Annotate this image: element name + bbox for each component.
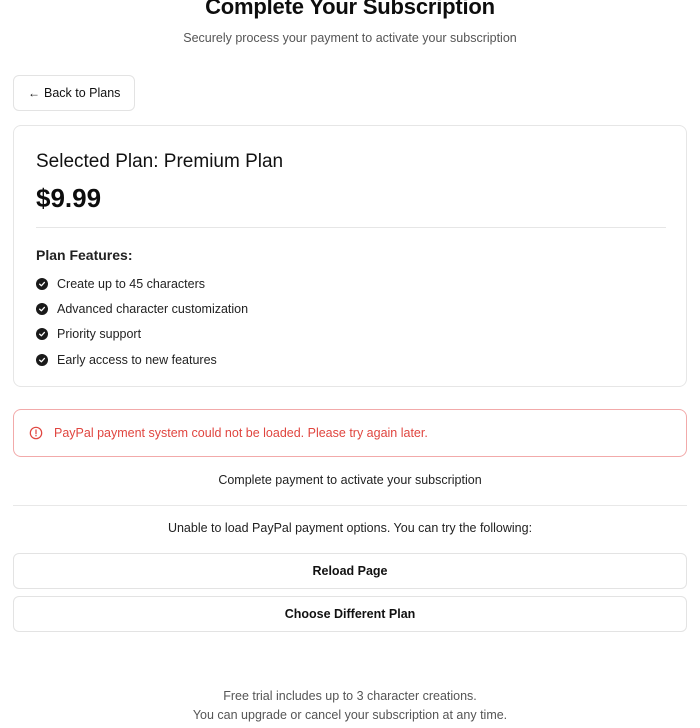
plan-price: $9.99	[36, 183, 102, 213]
page-subtitle: Securely process your payment to activat…	[183, 31, 517, 45]
plan-divider	[36, 227, 666, 228]
back-to-plans-button[interactable]: ← Back to Plans	[13, 75, 136, 111]
feature-item: Create up to 45 characters	[36, 271, 248, 296]
plan-title: Selected Plan: Premium Plan	[36, 151, 284, 172]
check-circle-icon	[36, 328, 48, 341]
selected-plan-card: Selected Plan: Premium Plan $9.99 Plan F…	[13, 125, 687, 387]
unable-to-load-text: Unable to load PayPal payment options. Y…	[167, 521, 533, 535]
alert-circle-icon	[29, 426, 43, 440]
features-heading: Plan Features:	[36, 247, 133, 263]
feature-label: Advanced character customization	[57, 301, 249, 316]
footer-trial-note: Free trial includes up to 3 character cr…	[223, 689, 477, 703]
back-arrow-icon: ←	[28, 86, 40, 100]
feature-label: Priority support	[57, 327, 142, 342]
feature-item: Advanced character customization	[36, 296, 248, 321]
feature-list: Create up to 45 characters Advanced char…	[36, 271, 248, 372]
feature-label: Create up to 45 characters	[57, 276, 205, 291]
choose-different-plan-button[interactable]: Choose Different Plan	[13, 596, 687, 632]
check-circle-icon	[36, 277, 48, 290]
feature-label: Early access to new features	[57, 352, 217, 367]
feature-item: Early access to new features	[36, 347, 248, 372]
reload-page-button[interactable]: Reload Page	[13, 553, 687, 589]
footer-cancel-note: You can upgrade or cancel your subscript…	[192, 708, 508, 722]
check-circle-icon	[36, 353, 48, 366]
back-to-plans-label: Back to Plans	[44, 86, 121, 100]
section-separator	[13, 505, 687, 506]
feature-item: Priority support	[36, 322, 248, 347]
payment-error-alert: PayPal payment system could not be loade…	[13, 409, 687, 457]
complete-payment-text: Complete payment to activate your subscr…	[218, 473, 482, 487]
alert-message: PayPal payment system could not be loade…	[54, 426, 428, 440]
check-circle-icon	[36, 302, 48, 315]
page-title: Complete Your Subscription	[205, 0, 495, 19]
